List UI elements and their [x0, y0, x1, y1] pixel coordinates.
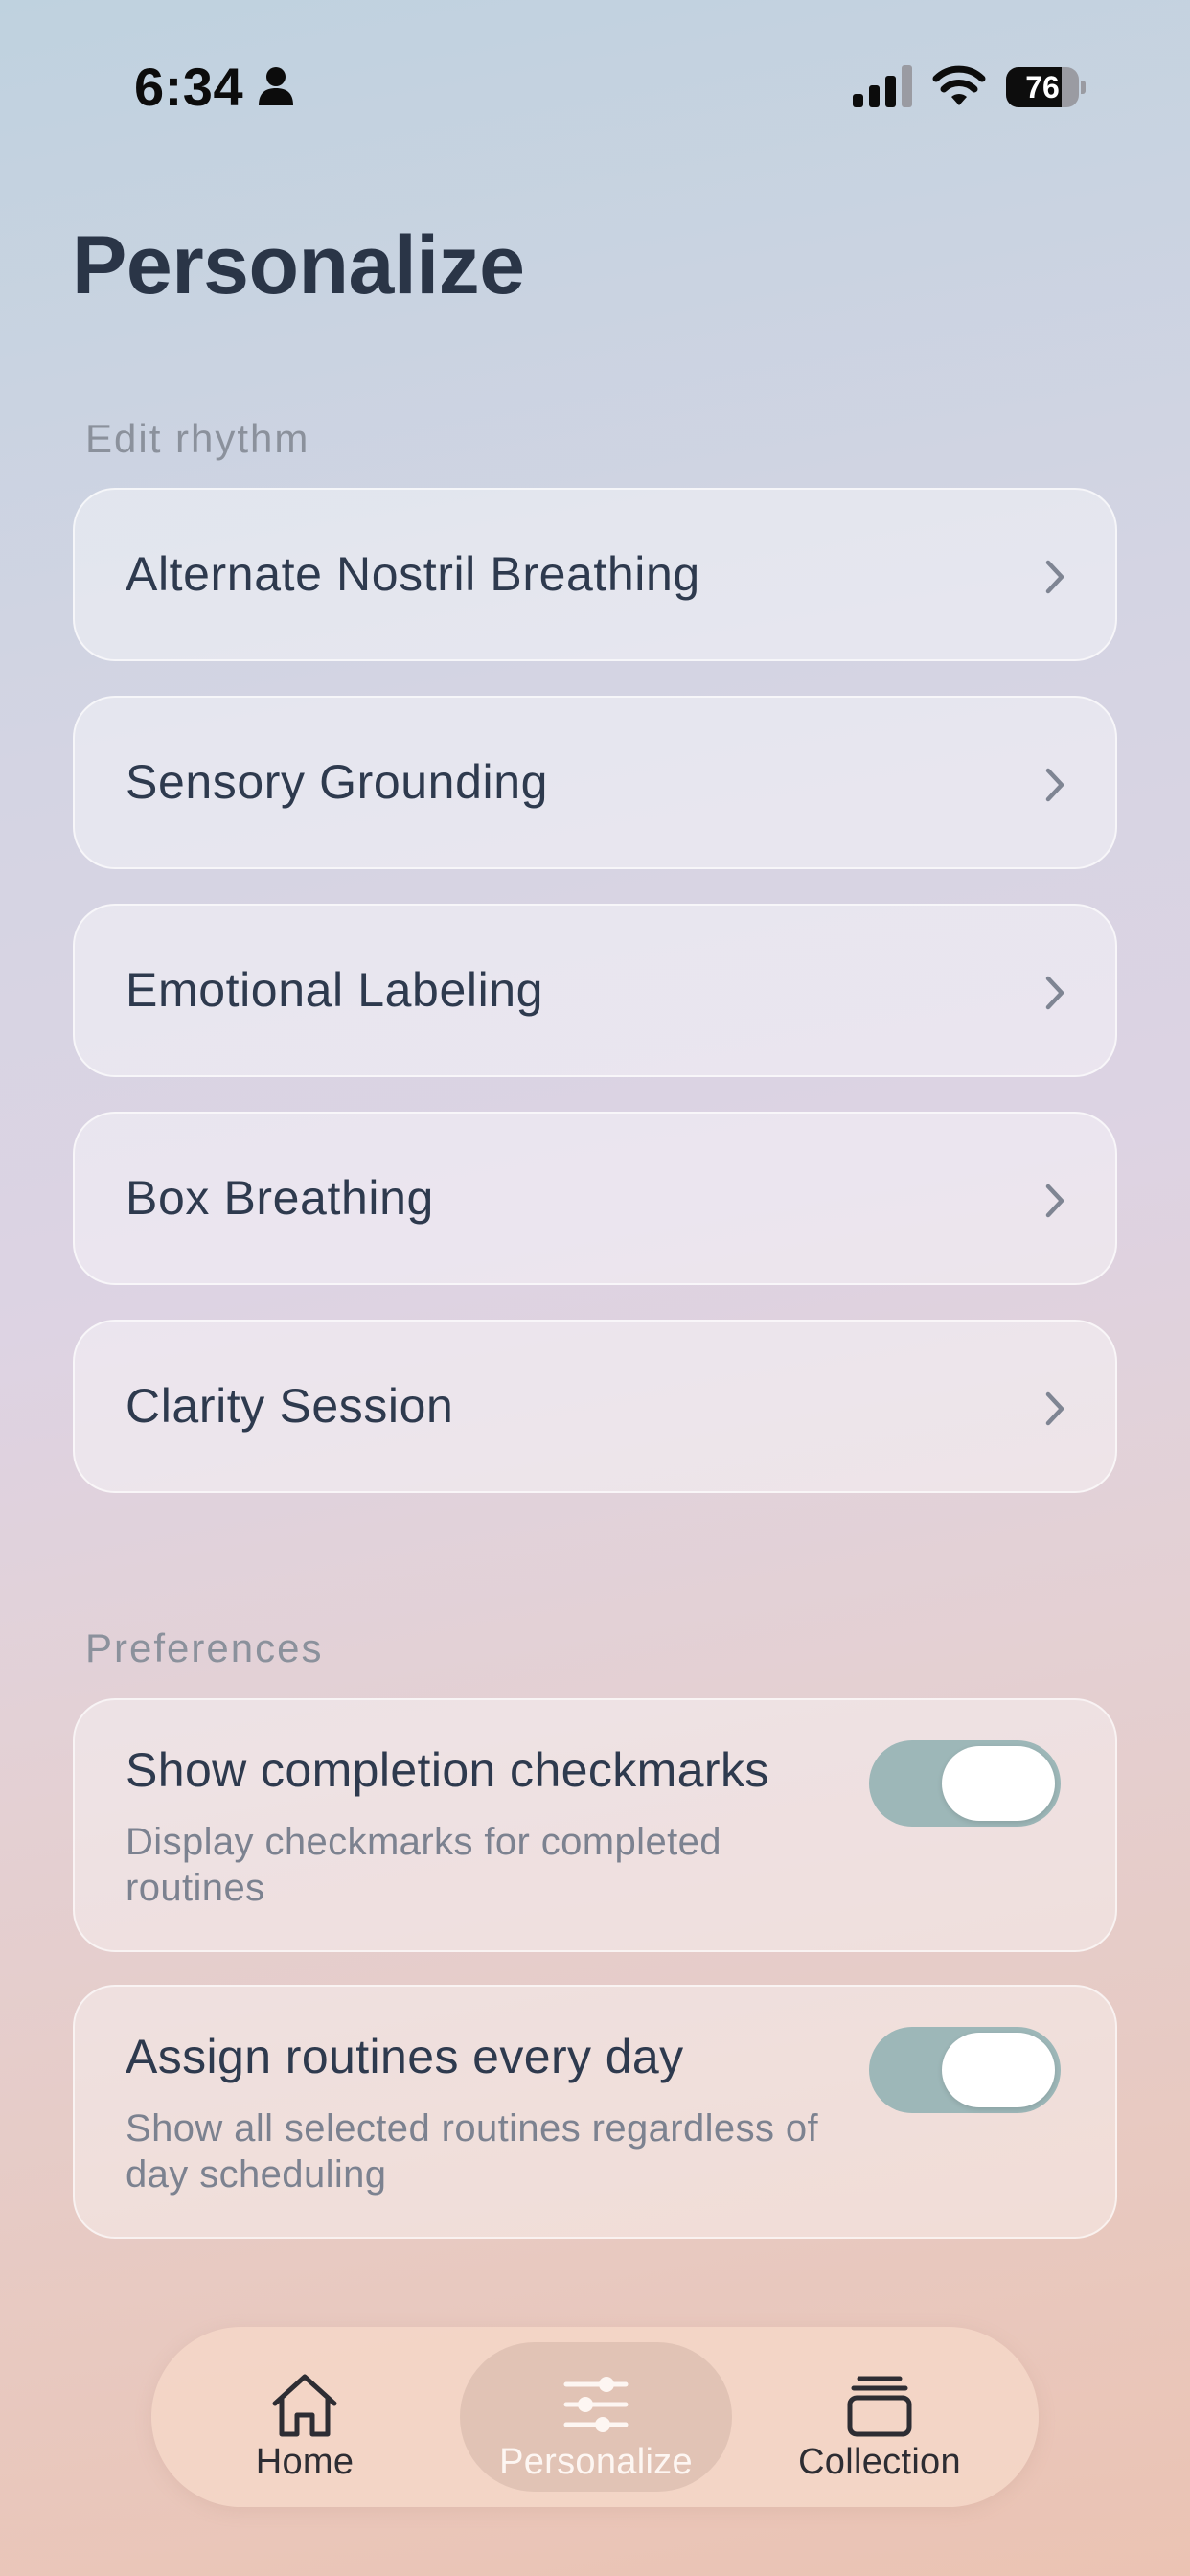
page-title: Personalize [72, 219, 525, 311]
preference-title: Show completion checkmarks [126, 1743, 769, 1797]
chevron-right-icon [1045, 768, 1064, 802]
routine-item-sensory-grounding[interactable]: Sensory Grounding [73, 696, 1117, 869]
tab-personalize[interactable]: Personalize [460, 2342, 732, 2492]
tab-home[interactable]: Home [209, 2342, 400, 2492]
status-time: 6:34 [134, 57, 244, 117]
stack-icon [847, 2376, 912, 2437]
routine-label: Box Breathing [126, 1171, 434, 1225]
routine-label: Clarity Session [126, 1379, 454, 1433]
home-icon [272, 2374, 337, 2437]
chevron-right-icon [1045, 1184, 1064, 1218]
chevron-right-icon [1045, 976, 1064, 1010]
toggle-knob [942, 1746, 1055, 1821]
routine-item-alternate-nostril-breathing[interactable]: Alternate Nostril Breathing [73, 488, 1117, 661]
routine-list: Alternate Nostril Breathing Sensory Grou… [73, 488, 1117, 1528]
preference-description: Show all selected routines regardless of… [126, 2107, 819, 2196]
routine-item-emotional-labeling[interactable]: Emotional Labeling [73, 904, 1117, 1077]
chevron-right-icon [1045, 560, 1064, 594]
toggle-show-completion-checkmarks[interactable] [869, 1740, 1061, 1827]
routine-item-clarity-session[interactable]: Clarity Session [73, 1320, 1117, 1493]
tab-label: Home [255, 2442, 355, 2482]
routine-label: Sensory Grounding [126, 755, 549, 809]
preference-show-completion-checkmarks: Show completion checkmarks Display check… [73, 1698, 1117, 1952]
cellular-signal-icon [853, 65, 912, 107]
preference-description: Display checkmarks for completed routine… [126, 1821, 721, 1909]
battery-level: 76 [1025, 70, 1060, 104]
status-bar: 6:34 76 [0, 0, 1190, 172]
routine-label: Emotional Labeling [126, 963, 544, 1017]
preference-assign-routines-every-day: Assign routines every day Show all selec… [73, 1985, 1117, 2239]
tab-label: Collection [798, 2442, 961, 2482]
person-icon [259, 67, 293, 105]
chevron-right-icon [1045, 1392, 1064, 1426]
toggle-assign-routines-every-day[interactable] [869, 2027, 1061, 2113]
tab-collection[interactable]: Collection [784, 2342, 975, 2492]
wifi-icon [932, 65, 986, 105]
sliders-icon [563, 2377, 629, 2432]
tab-bar: Home Personalize Collection [151, 2327, 1039, 2507]
battery-icon: 76 [1006, 67, 1086, 107]
section-label-edit-rhythm: Edit rhythm [85, 416, 310, 461]
routine-label: Alternate Nostril Breathing [126, 547, 700, 601]
tab-label: Personalize [499, 2442, 693, 2482]
routine-item-box-breathing[interactable]: Box Breathing [73, 1112, 1117, 1285]
preference-title: Assign routines every day [126, 2030, 684, 2083]
section-label-preferences: Preferences [85, 1625, 324, 1670]
toggle-knob [942, 2033, 1055, 2107]
